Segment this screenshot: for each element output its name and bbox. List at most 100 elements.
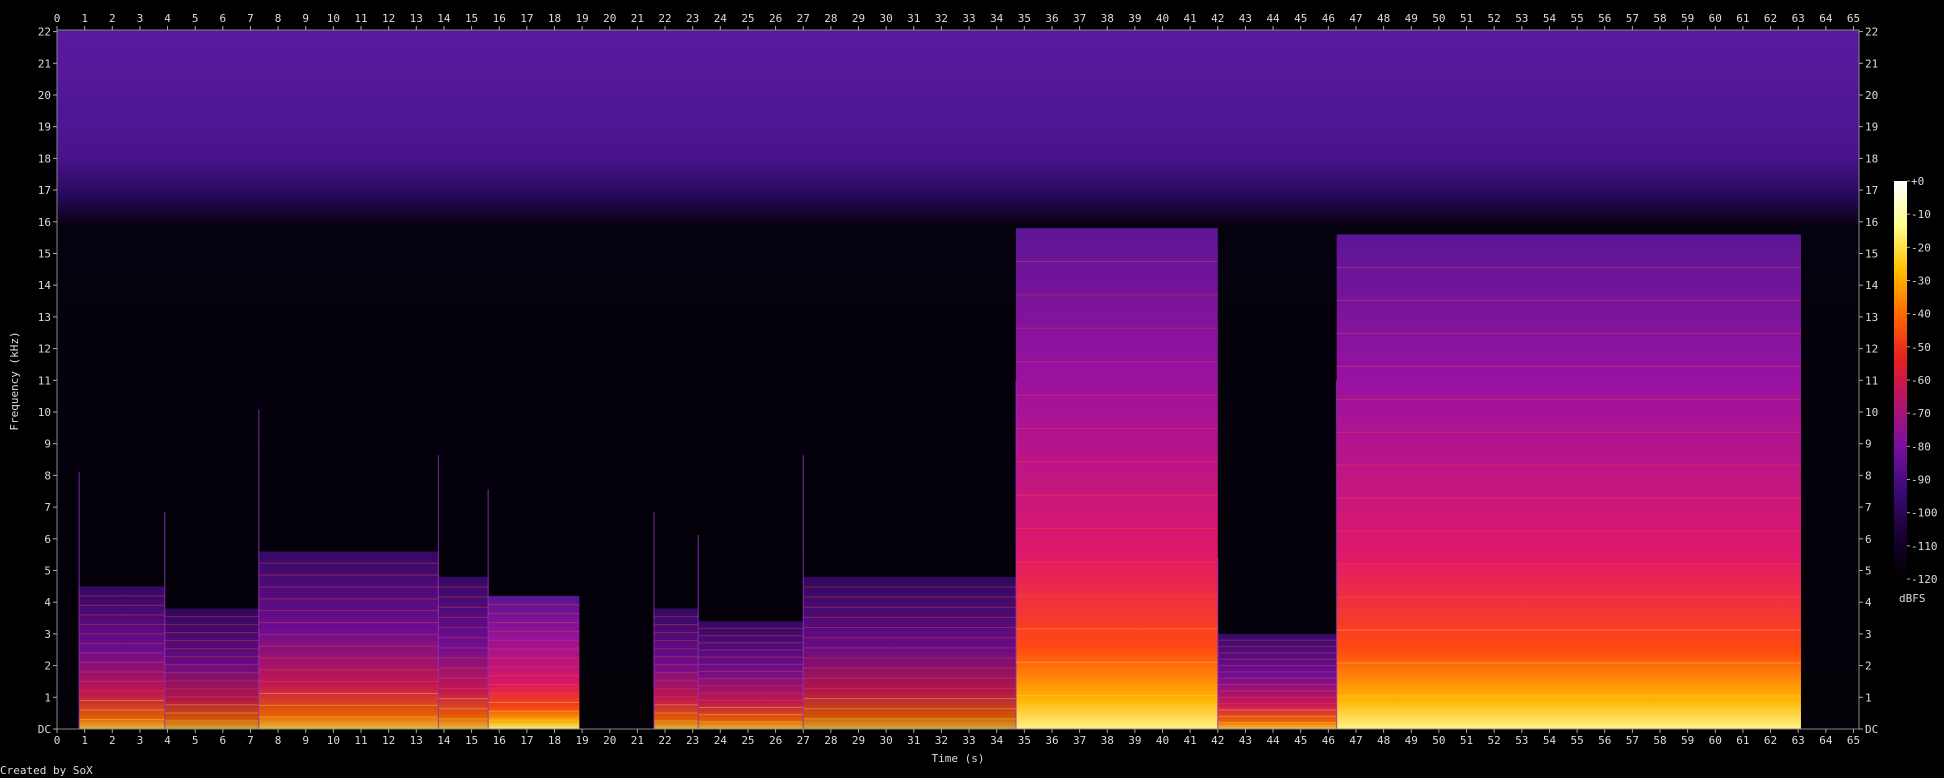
x-tick-label-top: 24 [714, 12, 728, 25]
x-tick-label-bottom: 65 [1847, 734, 1860, 747]
x-tick-label-top: 7 [247, 12, 254, 25]
x-tick-label-bottom: 8 [275, 734, 282, 747]
x-tick-label-bottom: 47 [1349, 734, 1362, 747]
x-tick-label-top: 26 [769, 12, 782, 25]
x-tick-label-bottom: 36 [1045, 734, 1058, 747]
x-tick-label-bottom: 29 [852, 734, 865, 747]
x-tick-label-top: 49 [1405, 12, 1418, 25]
x-tick-label-bottom: 4 [164, 734, 171, 747]
x-tick-label-bottom: 21 [631, 734, 644, 747]
y-tick-label-left: 3 [44, 628, 51, 641]
x-tick-label-bottom: 11 [354, 734, 367, 747]
y-tick-label-right: 5 [1865, 564, 1872, 577]
x-tick-label-top: 21 [631, 12, 644, 25]
y-tick-label-left: 13 [38, 311, 51, 324]
x-tick-label-top: 41 [1184, 12, 1197, 25]
x-tick-label-bottom: 7 [247, 734, 254, 747]
y-tick-label-right: 14 [1865, 279, 1879, 292]
energy-segment [1217, 633, 1337, 729]
energy-segment [653, 608, 699, 729]
x-tick-label-top: 39 [1128, 12, 1141, 25]
x-tick-label-bottom: 27 [797, 734, 810, 747]
x-tick-label-bottom: 38 [1101, 734, 1114, 747]
y-tick-label-left: 10 [38, 406, 51, 419]
credit-text: Created by SoX [0, 764, 93, 777]
y-tick-label-right: 21 [1865, 57, 1878, 70]
x-tick-label-top: 56 [1598, 12, 1611, 25]
x-tick-label-bottom: 19 [575, 734, 588, 747]
x-axis-title: Time (s) [932, 752, 985, 765]
x-tick-label-bottom: 24 [714, 734, 728, 747]
x-tick-label-bottom: 61 [1736, 734, 1749, 747]
y-tick-label-right: 18 [1865, 152, 1878, 165]
spectrogram-plot [56, 29, 1860, 730]
y-tick-label-right: 17 [1865, 184, 1878, 197]
y-tick-label-right: 2 [1865, 660, 1872, 673]
x-tick-label-bottom: 55 [1570, 734, 1583, 747]
x-tick-label-bottom: 48 [1377, 734, 1390, 747]
energy-segment [164, 608, 259, 729]
energy-segment [1336, 234, 1801, 729]
y-tick-label-right: 20 [1865, 89, 1878, 102]
x-tick-label-bottom: 2 [109, 734, 116, 747]
x-tick-label-bottom: 35 [1018, 734, 1031, 747]
y-tick-label-right: 16 [1865, 216, 1878, 229]
y-tick-label-right: DC [1865, 723, 1878, 736]
x-tick-label-top: 29 [852, 12, 865, 25]
x-tick-label-bottom: 54 [1543, 734, 1557, 747]
x-tick-label-bottom: 32 [935, 734, 948, 747]
x-tick-label-bottom: 49 [1405, 734, 1418, 747]
x-tick-label-top: 44 [1266, 12, 1280, 25]
x-tick-label-top: 38 [1101, 12, 1114, 25]
x-tick-label-top: 36 [1045, 12, 1058, 25]
x-tick-label-bottom: 44 [1266, 734, 1280, 747]
x-tick-label-top: 63 [1792, 12, 1805, 25]
x-tick-label-top: 53 [1515, 12, 1528, 25]
x-tick-label-top: 37 [1073, 12, 1086, 25]
x-tick-label-top: 65 [1847, 12, 1860, 25]
x-tick-label-bottom: 25 [741, 734, 754, 747]
x-tick-label-top: 1 [81, 12, 88, 25]
y-tick-label-right: 7 [1865, 501, 1872, 514]
x-tick-label-top: 54 [1543, 12, 1557, 25]
x-tick-label-top: 25 [741, 12, 754, 25]
x-tick-label-top: 13 [410, 12, 423, 25]
x-tick-label-top: 46 [1322, 12, 1335, 25]
y-tick-label-right: 12 [1865, 343, 1878, 356]
x-tick-label-bottom: 10 [327, 734, 340, 747]
x-tick-label-bottom: 14 [437, 734, 451, 747]
x-tick-label-bottom: 0 [54, 734, 61, 747]
y-tick-label-left: 19 [38, 121, 51, 134]
colorbar-tick-label: -120 [1911, 573, 1938, 586]
x-tick-label-bottom: 63 [1792, 734, 1805, 747]
colorbar-tick-label: +0 [1911, 175, 1924, 188]
x-tick-label-top: 55 [1570, 12, 1583, 25]
x-tick-label-bottom: 30 [880, 734, 893, 747]
x-tick-label-bottom: 58 [1653, 734, 1666, 747]
colorbar-gradient [1894, 181, 1907, 579]
x-tick-label-bottom: 41 [1184, 734, 1197, 747]
x-tick-label-top: 16 [493, 12, 506, 25]
energy-segment [488, 595, 580, 729]
x-tick-label-bottom: 34 [990, 734, 1004, 747]
x-tick-label-top: 62 [1764, 12, 1777, 25]
energy-segment [698, 621, 804, 729]
y-tick-label-right: 1 [1865, 691, 1872, 704]
y-tick-label-left: 16 [38, 216, 51, 229]
x-tick-label-bottom: 46 [1322, 734, 1335, 747]
x-tick-label-bottom: 1 [81, 734, 88, 747]
x-tick-label-top: 6 [220, 12, 227, 25]
y-tick-label-right: 11 [1865, 374, 1878, 387]
y-tick-label-right: 22 [1865, 26, 1878, 39]
y-tick-label-left: 7 [44, 501, 51, 514]
y-tick-label-right: 4 [1865, 596, 1872, 609]
x-tick-label-top: 61 [1736, 12, 1749, 25]
x-tick-label-top: 23 [686, 12, 699, 25]
y-tick-label-left: 8 [44, 469, 51, 482]
x-tick-label-bottom: 5 [192, 734, 199, 747]
energy-segment [79, 586, 165, 729]
x-tick-label-top: 59 [1681, 12, 1694, 25]
x-tick-label-top: 40 [1156, 12, 1169, 25]
x-tick-label-top: 52 [1488, 12, 1501, 25]
x-tick-label-bottom: 50 [1432, 734, 1445, 747]
